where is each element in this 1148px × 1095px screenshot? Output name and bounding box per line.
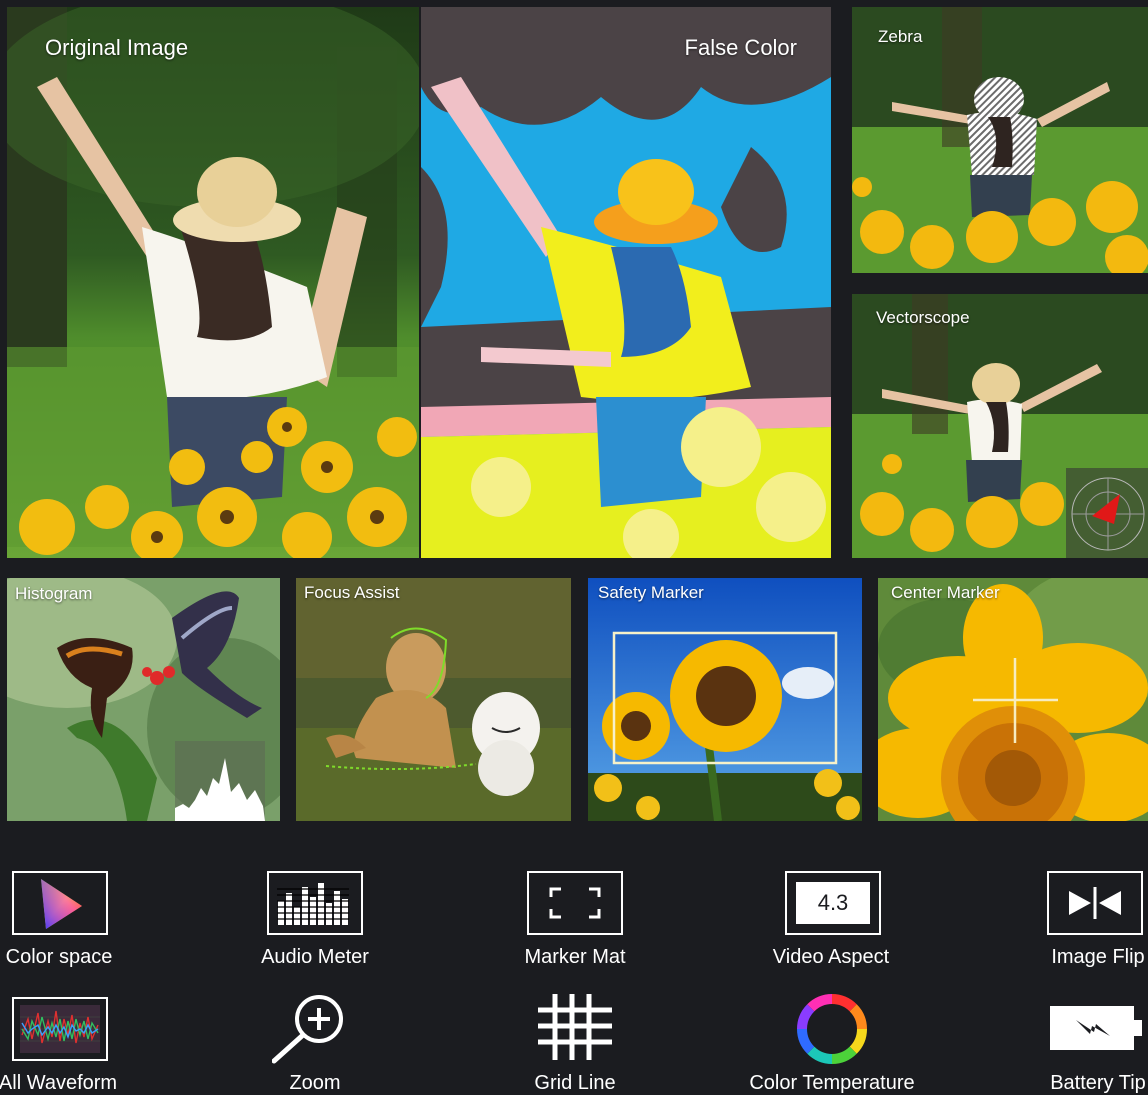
waveform-icon [12, 997, 108, 1061]
center-marker-label: Center Marker [891, 583, 1000, 602]
feature-audio-meter: Audio Meter [248, 868, 382, 972]
battery-tip-icon [1050, 1006, 1142, 1050]
focus-assist-label: Focus Assist [304, 583, 400, 602]
histogram-label: Histogram [15, 584, 93, 603]
feature-battery-tip: Battery Tip [1036, 994, 1148, 1094]
feature-label: Video Aspect [772, 946, 890, 968]
feature-all-waveform: All Waveform [0, 994, 124, 1094]
zebra-label: Zebra [878, 27, 923, 46]
histogram-overlay [175, 741, 265, 821]
vectorscope-picture [852, 294, 1148, 558]
false-color-tile: False Color [421, 7, 831, 558]
zoom-icon [271, 994, 352, 1064]
video-aspect-icon-text: 4.3 [817, 890, 849, 915]
color-temperature-icon [797, 994, 867, 1064]
safety-marker-label: Safety Marker [598, 583, 704, 602]
feature-label: Marker Mat [524, 946, 626, 968]
color-space-icon [12, 871, 108, 935]
marker-mat-icon [527, 871, 623, 935]
feature-video-aspect: 4.3 Video Aspect [764, 868, 898, 972]
safety-marker-picture [588, 578, 862, 821]
focus-assist-picture [296, 578, 571, 821]
feature-label: Image Flip [1051, 946, 1145, 968]
feature-grid-line: Grid Line [508, 994, 642, 1094]
center-marker-tile: Center Marker [878, 578, 1148, 821]
focus-assist-tile: Focus Assist [296, 578, 571, 821]
audio-meter-icon [267, 871, 363, 935]
original-image-label: Original Image [45, 35, 189, 60]
feature-color-temperature: Color Temperature [738, 994, 926, 1094]
image-flip-icon [1047, 871, 1143, 935]
histogram-picture [7, 578, 280, 821]
zebra-tile: Zebra [852, 7, 1148, 273]
feature-label: Audio Meter [261, 946, 369, 968]
feature-zoom: Zoom [248, 994, 382, 1094]
video-aspect-icon: 4.3 [785, 871, 881, 935]
feature-image-flip: Image Flip [1036, 868, 1148, 972]
vectorscope-tile: Vectorscope [852, 294, 1148, 558]
safety-marker-tile: Safety Marker [588, 578, 862, 821]
false-color-label: False Color [684, 35, 797, 60]
vectorscope-label: Vectorscope [876, 308, 970, 327]
original-image-picture [7, 7, 419, 558]
histogram-tile: Histogram [7, 578, 280, 821]
false-color-picture [421, 7, 831, 558]
feature-marker-mat: Marker Mat [508, 868, 642, 972]
original-image-tile: Original Image [7, 7, 419, 558]
feature-label: Color space [5, 946, 113, 968]
grid-line-icon [538, 994, 612, 1060]
center-marker-picture [878, 578, 1148, 821]
feature-color-space: Color space [0, 868, 118, 972]
